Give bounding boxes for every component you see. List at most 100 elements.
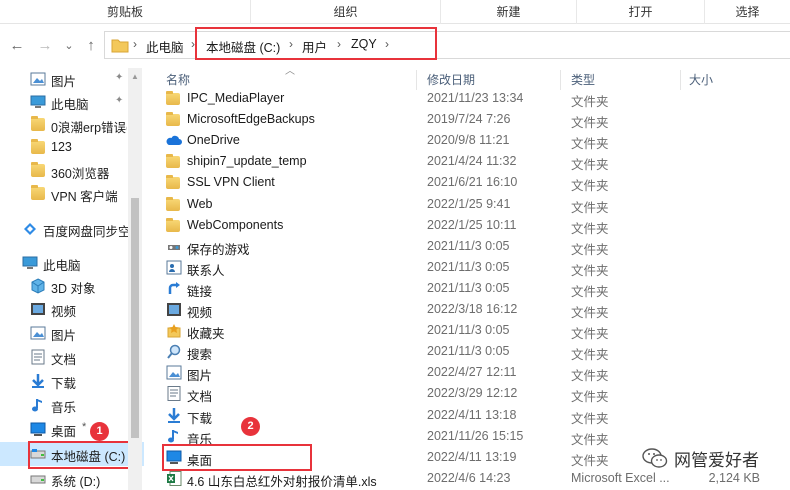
file-row[interactable]: Web 2022/1/25 9:41 文件夹 — [162, 194, 790, 215]
sidebar-item-this-pc[interactable]: 此电脑 — [0, 252, 144, 274]
file-modified-date: 2022/3/18 16:12 — [427, 302, 518, 316]
scrollbar-thumb[interactable] — [131, 198, 139, 438]
file-type: 文件夹 — [571, 242, 609, 257]
wechat-icon — [642, 448, 668, 468]
3d-objects-icon — [31, 278, 45, 294]
folder-icon — [111, 39, 129, 53]
contacts-icon — [166, 260, 182, 275]
pin-icon: * — [82, 421, 87, 433]
column-divider[interactable] — [416, 70, 417, 90]
sidebar-item-baidu-sync[interactable]: 百度网盘同步空 — [0, 218, 144, 240]
videos-icon — [31, 303, 45, 315]
file-type: 文件夹 — [571, 411, 609, 426]
sidebar-item-folder-vpn[interactable]: VPN 客户端 — [0, 183, 144, 205]
sidebar-item-label: 图片 — [51, 329, 77, 343]
file-modified-date: 2021/11/3 0:05 — [427, 323, 510, 338]
file-modified-date: 2022/3/29 12:12 — [427, 386, 518, 401]
file-name: 链接 — [187, 284, 213, 299]
desktop-icon — [30, 422, 46, 436]
scroll-up-arrow-icon[interactable]: ▲ — [131, 72, 139, 81]
sidebar-item-videos[interactable]: 视频 — [0, 298, 144, 320]
file-size: 2,124 KB — [708, 470, 760, 485]
sidebar-item-documents[interactable]: 文档 — [0, 346, 144, 368]
sidebar-item-desktop[interactable]: 桌面 * — [0, 418, 144, 440]
sidebar-item-folder-360[interactable]: 360浏览器 — [0, 160, 144, 182]
file-type: 文件夹 — [571, 348, 609, 363]
breadcrumb-this-pc[interactable]: 此电脑 — [146, 37, 184, 56]
file-row[interactable]: 搜索 2021/11/3 0:05 文件夹 — [162, 341, 790, 362]
pictures-icon — [30, 72, 46, 86]
file-row[interactable]: 保存的游戏 2021/11/3 0:05 文件夹 — [162, 236, 790, 257]
music-icon — [168, 429, 178, 443]
file-name: 文档 — [187, 390, 213, 405]
pictures-icon — [30, 326, 46, 340]
ribbon-group-new[interactable]: 新建 — [440, 0, 576, 24]
ribbon-group-select[interactable]: 选择 — [704, 0, 790, 24]
file-name: WebComponents — [187, 217, 284, 232]
sidebar-item-3d-objects[interactable]: 3D 对象 — [0, 275, 144, 297]
file-row[interactable]: MicrosoftEdgeBackups 2019/7/24 7:26 文件夹 — [162, 109, 790, 130]
column-divider[interactable] — [680, 70, 681, 90]
file-type: 文件夹 — [571, 369, 609, 384]
sidebar-item-music[interactable]: 音乐 — [0, 394, 144, 416]
documents-icon — [31, 349, 45, 365]
sidebar-item-downloads[interactable]: 下载 — [0, 370, 144, 392]
sidebar-item-label: 下载 — [51, 377, 77, 391]
sidebar-item-folder-erp[interactable]: 0浪潮erp错误( — [0, 114, 144, 136]
sidebar-item-label: 123 — [51, 140, 72, 154]
file-row[interactable]: WebComponents 2022/1/25 10:11 文件夹 — [162, 215, 790, 236]
file-row[interactable]: 联系人 2021/11/3 0:05 文件夹 — [162, 257, 790, 278]
file-type: 文件夹 — [571, 284, 609, 299]
sidebar-item-label: 此电脑 — [43, 259, 81, 273]
file-name: SSL VPN Client — [187, 175, 275, 190]
file-list-pane: ︿ 名称 修改日期 类型 大小 IPC_MediaPlayer 2021/11/2… — [150, 66, 790, 490]
file-row[interactable]: 图片 2022/4/27 12:11 文件夹 — [162, 362, 790, 383]
file-row[interactable]: OneDrive 2020/9/8 11:21 文件夹 — [162, 130, 790, 151]
sidebar-item-label: 文档 — [51, 353, 77, 367]
navigation-row: ← → ⌄ ↑ › 此电脑 › 本地磁盘 (C:) › 用户 › ZQY › — [0, 24, 790, 68]
ribbon-group-organize[interactable]: 组织 — [250, 0, 440, 24]
file-row[interactable]: 收藏夹 2021/11/3 0:05 文件夹 — [162, 320, 790, 341]
file-modified-date: 2021/11/3 0:05 — [427, 280, 510, 295]
sidebar-item-pictures-quick[interactable]: 图片 ✦ — [0, 68, 144, 90]
breadcrumb-separator[interactable]: › — [133, 37, 137, 51]
column-divider[interactable] — [560, 70, 561, 90]
file-row[interactable]: 链接 2021/11/3 0:05 文件夹 — [162, 278, 790, 299]
file-modified-date: 2019/7/24 7:26 — [427, 112, 511, 127]
file-row[interactable]: 视频 2022/3/18 16:12 文件夹 — [162, 299, 790, 320]
ribbon-group-clipboard[interactable]: 剪贴板 — [0, 0, 250, 24]
sidebar-item-label: 3D 对象 — [51, 282, 96, 296]
sidebar-item-label: 系统 (D:) — [51, 475, 101, 489]
watermark-text: 网管爱好者 — [674, 450, 759, 470]
sidebar-item-drive-d[interactable]: 系统 (D:) — [0, 468, 144, 490]
forward-arrow-icon[interactable]: → — [36, 36, 54, 54]
back-arrow-icon[interactable]: ← — [8, 36, 26, 54]
ribbon-group-open[interactable]: 打开 — [576, 0, 704, 24]
file-row[interactable]: IPC_MediaPlayer 2021/11/23 13:34 文件夹 — [162, 88, 790, 109]
folder-icon — [166, 91, 180, 105]
music-icon — [32, 399, 42, 412]
file-type: 文件夹 — [571, 116, 609, 131]
sidebar-scrollbar[interactable]: ▲ — [128, 68, 142, 490]
file-row[interactable]: SSL VPN Client 2021/6/21 16:10 文件夹 — [162, 172, 790, 193]
sidebar-item-label: VPN 客户端 — [51, 190, 118, 204]
file-name: IPC_MediaPlayer — [187, 91, 285, 105]
sidebar-item-folder-123[interactable]: 123 — [0, 137, 144, 159]
file-name: 搜索 — [187, 348, 213, 363]
folder-icon — [31, 116, 45, 131]
recent-locations-chevron-icon[interactable]: ⌄ — [60, 36, 78, 54]
up-arrow-icon[interactable]: ↑ — [82, 36, 100, 54]
file-modified-date: 2021/11/3 0:05 — [427, 238, 510, 253]
file-modified-date: 2022/4/6 14:23 — [427, 470, 511, 485]
file-row[interactable]: 文档 2022/3/29 12:12 文件夹 — [162, 383, 790, 404]
sidebar-item-pictures[interactable]: 图片 — [0, 322, 144, 344]
file-name: shipin7_update_temp — [187, 154, 307, 169]
file-type: 文件夹 — [571, 390, 609, 405]
file-type: 文件夹 — [571, 263, 609, 278]
computer-icon — [22, 256, 38, 269]
computer-icon — [30, 95, 46, 108]
file-row[interactable]: shipin7_update_temp 2021/4/24 11:32 文件夹 — [162, 151, 790, 172]
sidebar-item-this-pc-quick[interactable]: 此电脑 ✦ — [0, 91, 144, 113]
file-modified-date: 2021/4/24 11:32 — [427, 154, 517, 169]
downloads-icon — [168, 407, 180, 423]
